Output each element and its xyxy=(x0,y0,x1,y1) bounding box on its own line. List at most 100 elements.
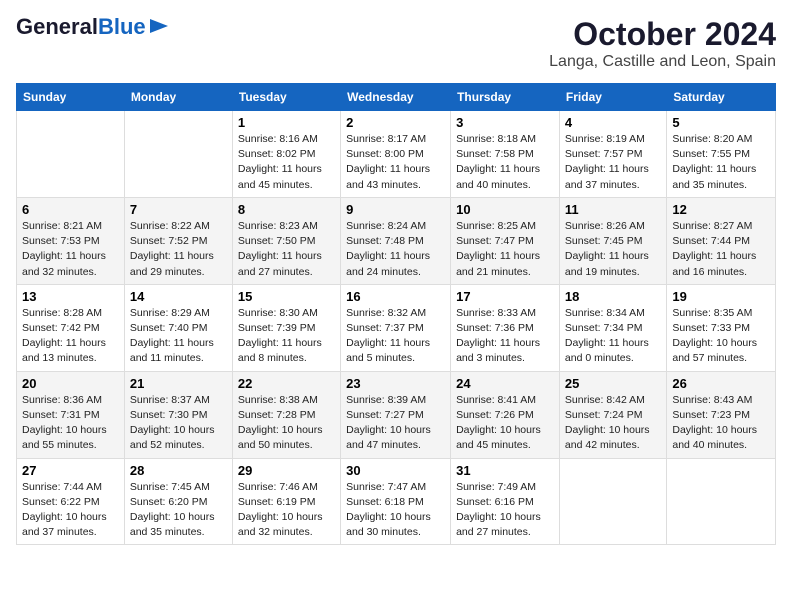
day-cell xyxy=(124,111,232,198)
day-number: 29 xyxy=(238,463,335,478)
day-number: 22 xyxy=(238,376,335,391)
day-info: Sunrise: 8:36 AMSunset: 7:31 PMDaylight:… xyxy=(22,394,107,452)
day-info: Sunrise: 8:41 AMSunset: 7:26 PMDaylight:… xyxy=(456,394,541,452)
day-number: 25 xyxy=(565,376,661,391)
day-cell xyxy=(17,111,125,198)
day-info: Sunrise: 7:45 AMSunset: 6:20 PMDaylight:… xyxy=(130,481,215,539)
day-cell: 30 Sunrise: 7:47 AMSunset: 6:18 PMDayligh… xyxy=(341,458,451,545)
day-info: Sunrise: 8:29 AMSunset: 7:40 PMDaylight:… xyxy=(130,307,214,365)
day-number: 23 xyxy=(346,376,445,391)
day-number: 10 xyxy=(456,202,554,217)
day-cell: 9Sunrise: 8:24 AMSunset: 7:48 PMDaylight… xyxy=(341,197,451,284)
logo: GeneralBlue xyxy=(16,16,170,38)
day-number: 16 xyxy=(346,289,445,304)
day-info: Sunrise: 8:27 AMSunset: 7:44 PMDaylight:… xyxy=(672,220,756,278)
day-info: Sunrise: 8:16 AMSunset: 8:02 PMDaylight:… xyxy=(238,133,322,191)
day-cell: 16 Sunrise: 8:32 AMSunset: 7:37 PMDayligh… xyxy=(341,284,451,371)
calendar-table: SundayMondayTuesdayWednesdayThursdayFrid… xyxy=(16,83,776,545)
day-info: Sunrise: 8:30 AMSunset: 7:39 PMDaylight:… xyxy=(238,307,322,365)
day-number: 5 xyxy=(672,115,770,130)
day-cell: 19 Sunrise: 8:35 AMSunset: 7:33 PMDayligh… xyxy=(667,284,776,371)
day-cell: 3Sunrise: 8:18 AMSunset: 7:58 PMDaylight… xyxy=(451,111,560,198)
day-number: 18 xyxy=(565,289,661,304)
day-cell: 2 Sunrise: 8:17 AMSunset: 8:00 PMDaylight… xyxy=(341,111,451,198)
page-header: GeneralBlue October 2024 Langa, Castille… xyxy=(16,16,776,71)
day-number: 24 xyxy=(456,376,554,391)
header-day-monday: Monday xyxy=(124,84,232,111)
day-info: Sunrise: 8:35 AMSunset: 7:33 PMDaylight:… xyxy=(672,307,757,365)
day-cell xyxy=(667,458,776,545)
week-row-1: 1 Sunrise: 8:16 AMSunset: 8:02 PMDaylight… xyxy=(17,111,776,198)
day-cell: 21 Sunrise: 8:37 AMSunset: 7:30 PMDayligh… xyxy=(124,371,232,458)
day-cell: 1 Sunrise: 8:16 AMSunset: 8:02 PMDaylight… xyxy=(232,111,340,198)
location-title: Langa, Castille and Leon, Spain xyxy=(549,53,776,71)
day-number: 13 xyxy=(22,289,119,304)
day-cell: 27Sunrise: 7:44 AMSunset: 6:22 PMDayligh… xyxy=(17,458,125,545)
day-number: 1 xyxy=(238,115,335,130)
day-cell: 7Sunrise: 8:22 AMSunset: 7:52 PMDaylight… xyxy=(124,197,232,284)
day-number: 27 xyxy=(22,463,119,478)
week-row-4: 20 Sunrise: 8:36 AMSunset: 7:31 PMDayligh… xyxy=(17,371,776,458)
day-cell: 20 Sunrise: 8:36 AMSunset: 7:31 PMDayligh… xyxy=(17,371,125,458)
day-info: Sunrise: 8:43 AMSunset: 7:23 PMDaylight:… xyxy=(672,394,757,452)
day-info: Sunrise: 8:37 AMSunset: 7:30 PMDaylight:… xyxy=(130,394,215,452)
day-info: Sunrise: 7:46 AMSunset: 6:19 PMDaylight:… xyxy=(238,481,323,539)
day-number: 11 xyxy=(565,202,661,217)
day-cell: 11Sunrise: 8:26 AMSunset: 7:45 PMDayligh… xyxy=(559,197,666,284)
day-number: 15 xyxy=(238,289,335,304)
day-cell: 29 Sunrise: 7:46 AMSunset: 6:19 PMDayligh… xyxy=(232,458,340,545)
title-block: October 2024 Langa, Castille and Leon, S… xyxy=(549,16,776,71)
day-number: 14 xyxy=(130,289,227,304)
day-cell: 25 Sunrise: 8:42 AMSunset: 7:24 PMDayligh… xyxy=(559,371,666,458)
header-day-saturday: Saturday xyxy=(667,84,776,111)
day-info: Sunrise: 8:28 AMSunset: 7:42 PMDaylight:… xyxy=(22,307,106,365)
day-number: 19 xyxy=(672,289,770,304)
day-info: Sunrise: 8:39 AMSunset: 7:27 PMDaylight:… xyxy=(346,394,431,452)
day-number: 3 xyxy=(456,115,554,130)
day-info: Sunrise: 8:32 AMSunset: 7:37 PMDaylight:… xyxy=(346,307,430,365)
day-info: Sunrise: 8:20 AMSunset: 7:55 PMDaylight:… xyxy=(672,133,756,191)
day-cell: 12 Sunrise: 8:27 AMSunset: 7:44 PMDayligh… xyxy=(667,197,776,284)
day-cell: 22 Sunrise: 8:38 AMSunset: 7:28 PMDayligh… xyxy=(232,371,340,458)
day-info: Sunrise: 8:22 AMSunset: 7:52 PMDaylight:… xyxy=(130,220,214,278)
day-info: Sunrise: 8:38 AMSunset: 7:28 PMDaylight:… xyxy=(238,394,323,452)
day-info: Sunrise: 8:33 AMSunset: 7:36 PMDaylight:… xyxy=(456,307,540,365)
day-number: 21 xyxy=(130,376,227,391)
day-info: Sunrise: 8:19 AMSunset: 7:57 PMDaylight:… xyxy=(565,133,649,191)
day-info: Sunrise: 8:42 AMSunset: 7:24 PMDaylight:… xyxy=(565,394,650,452)
day-cell: 23 Sunrise: 8:39 AMSunset: 7:27 PMDayligh… xyxy=(341,371,451,458)
day-number: 26 xyxy=(672,376,770,391)
day-cell: 28 Sunrise: 7:45 AMSunset: 6:20 PMDayligh… xyxy=(124,458,232,545)
day-cell xyxy=(559,458,666,545)
day-cell: 14 Sunrise: 8:29 AMSunset: 7:40 PMDayligh… xyxy=(124,284,232,371)
day-number: 30 xyxy=(346,463,445,478)
day-number: 28 xyxy=(130,463,227,478)
day-cell: 5 Sunrise: 8:20 AMSunset: 7:55 PMDaylight… xyxy=(667,111,776,198)
day-number: 6 xyxy=(22,202,119,217)
day-number: 20 xyxy=(22,376,119,391)
day-cell: 4 Sunrise: 8:19 AMSunset: 7:57 PMDaylight… xyxy=(559,111,666,198)
header-day-sunday: Sunday xyxy=(17,84,125,111)
day-cell: 13 Sunrise: 8:28 AMSunset: 7:42 PMDayligh… xyxy=(17,284,125,371)
logo-icon xyxy=(148,15,170,37)
day-number: 12 xyxy=(672,202,770,217)
day-info: Sunrise: 8:17 AMSunset: 8:00 PMDaylight:… xyxy=(346,133,430,191)
header-day-tuesday: Tuesday xyxy=(232,84,340,111)
day-cell: 26 Sunrise: 8:43 AMSunset: 7:23 PMDayligh… xyxy=(667,371,776,458)
month-title: October 2024 xyxy=(549,16,776,53)
header-day-thursday: Thursday xyxy=(451,84,560,111)
week-row-2: 6 Sunrise: 8:21 AMSunset: 7:53 PMDaylight… xyxy=(17,197,776,284)
day-info: Sunrise: 7:47 AMSunset: 6:18 PMDaylight:… xyxy=(346,481,431,539)
day-info: Sunrise: 8:34 AMSunset: 7:34 PMDaylight:… xyxy=(565,307,649,365)
day-cell: 31Sunrise: 7:49 AMSunset: 6:16 PMDayligh… xyxy=(451,458,560,545)
day-cell: 8Sunrise: 8:23 AMSunset: 7:50 PMDaylight… xyxy=(232,197,340,284)
week-row-5: 27Sunrise: 7:44 AMSunset: 6:22 PMDayligh… xyxy=(17,458,776,545)
day-cell: 24 Sunrise: 8:41 AMSunset: 7:26 PMDayligh… xyxy=(451,371,560,458)
day-number: 9 xyxy=(346,202,445,217)
day-number: 17 xyxy=(456,289,554,304)
day-info: Sunrise: 8:21 AMSunset: 7:53 PMDaylight:… xyxy=(22,220,106,278)
day-cell: 6 Sunrise: 8:21 AMSunset: 7:53 PMDaylight… xyxy=(17,197,125,284)
day-info: Sunrise: 7:49 AMSunset: 6:16 PMDaylight:… xyxy=(456,481,541,539)
day-number: 4 xyxy=(565,115,661,130)
day-number: 2 xyxy=(346,115,445,130)
